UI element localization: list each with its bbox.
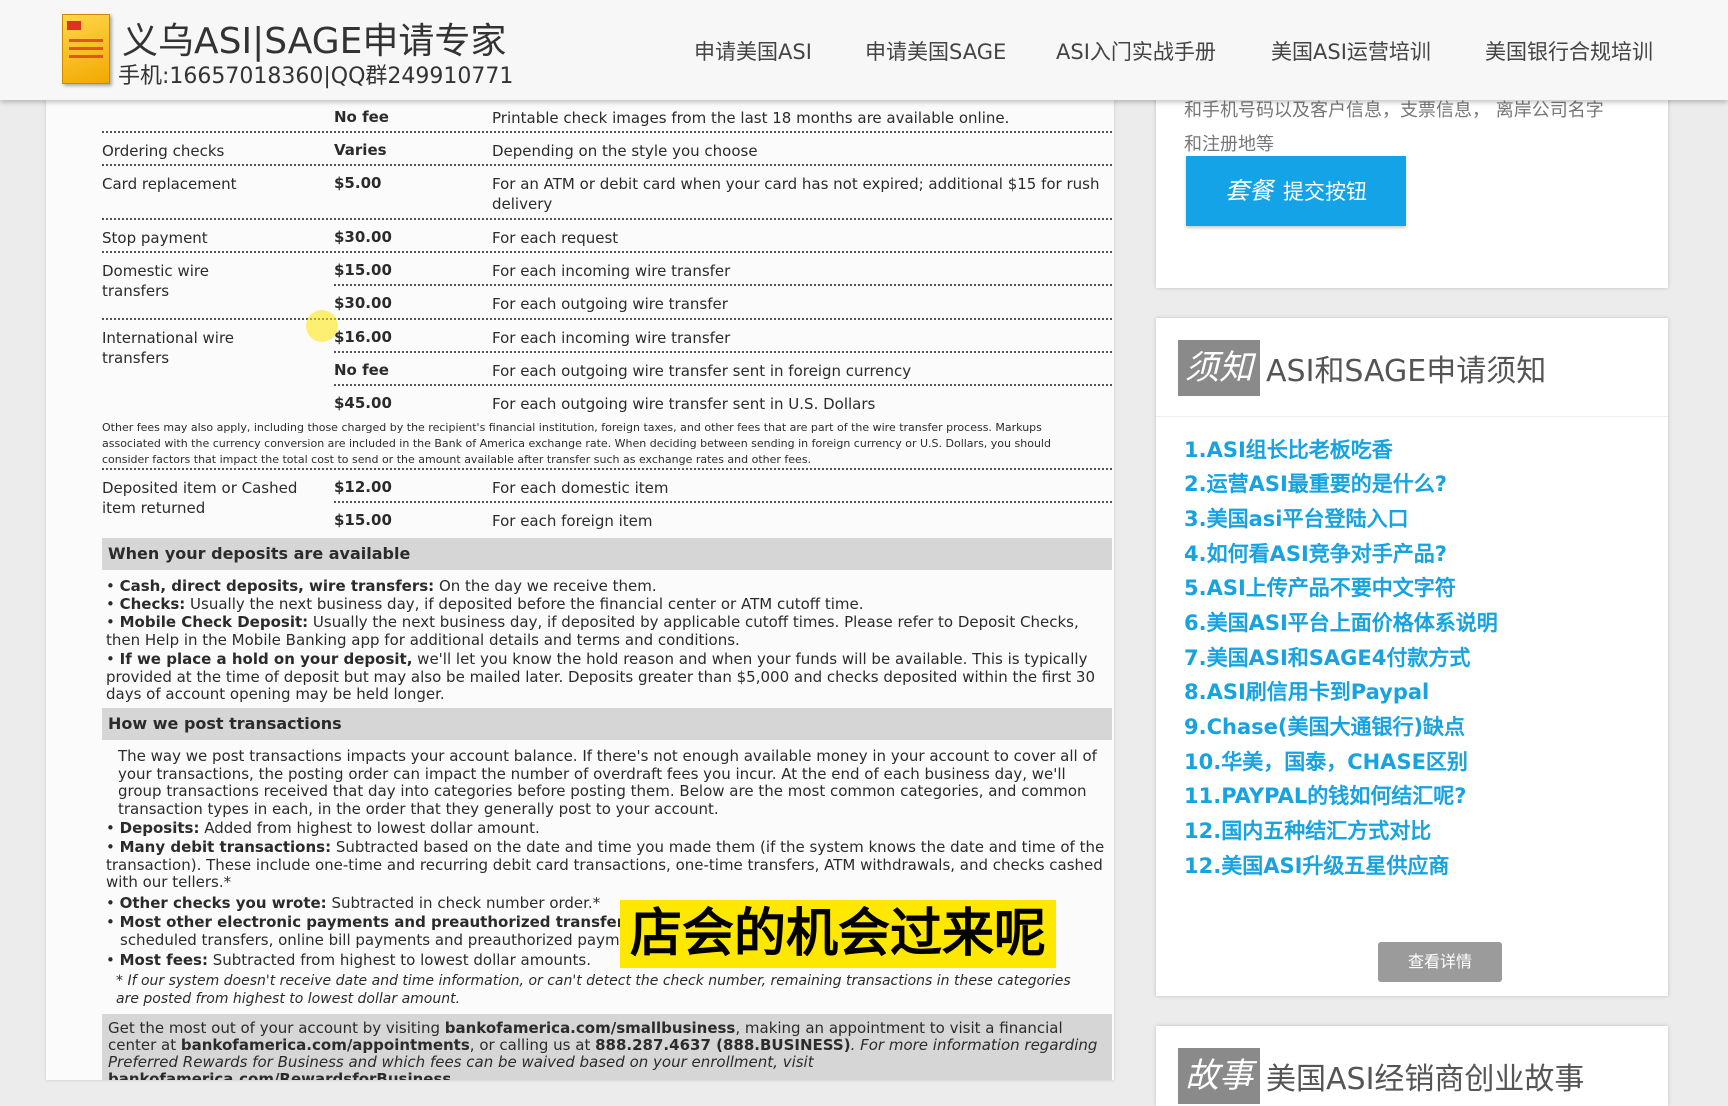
- sidebar-submit-panel: 和手机号码以及客户信息，支票信息， 离岸公司名字 和注册地等 套餐 提交按钮: [1156, 80, 1668, 288]
- posting-list-item: • Deposits: Added from highest to lowest…: [106, 819, 540, 837]
- fee-item: International wire transfers: [102, 329, 235, 367]
- fee-description: For each incoming wire transfer: [492, 329, 731, 347]
- fee-description: For an ATM or debit card when your card …: [492, 175, 1100, 213]
- fee-item: Deposited item or Cashed item returned: [102, 479, 298, 517]
- notice-header: 须知 ASI和SAGE申请须知: [1178, 340, 1546, 396]
- nav-apply-sage[interactable]: 申请美国SAGE: [865, 36, 1006, 66]
- notice-link[interactable]: 7.美国ASI和SAGE4付款方式: [1184, 642, 1470, 672]
- deposit-list-item: • Cash, direct deposits, wire transfers:…: [106, 577, 657, 595]
- submit-badge: 套餐: [1225, 177, 1273, 205]
- fee-description: For each request: [492, 229, 619, 247]
- story-badge: 故事: [1178, 1048, 1260, 1104]
- notice-link[interactable]: 11.PAYPAL的钱如何结汇呢?: [1184, 780, 1466, 810]
- divider: [102, 468, 1112, 470]
- divider: [102, 318, 1112, 320]
- fee-amount: $15.00: [334, 261, 392, 279]
- divider: [102, 218, 1112, 220]
- fee-amount: No fee: [334, 361, 389, 379]
- fee-description: For each outgoing wire transfer sent in …: [492, 362, 912, 380]
- fee-item: Stop payment: [102, 229, 208, 247]
- sidebar-notice-panel: 须知 ASI和SAGE申请须知 1.ASI组长比老板吃香 2.运营ASI最重要的是…: [1156, 318, 1668, 996]
- fee-description: Printable check images from the last 18 …: [492, 109, 1010, 127]
- notice-link[interactable]: 5.ASI上传产品不要中文字符: [1184, 572, 1456, 602]
- divider: [334, 284, 1112, 286]
- fee-description: For each outgoing wire transfer: [492, 295, 728, 313]
- notice-link[interactable]: 12.美国ASI升级五星供应商: [1184, 850, 1449, 880]
- site-header: 义乌ASI|SAGE申请专家 手机:16657018360|QQ群2499107…: [0, 0, 1728, 100]
- fee-amount: $45.00: [334, 394, 392, 412]
- fee-description: Depending on the style you choose: [492, 142, 758, 160]
- fee-description: For each foreign item: [492, 512, 653, 530]
- video-subtitle: 店会的机会过来呢: [620, 900, 1057, 968]
- fee-amount: $30.00: [334, 228, 392, 246]
- fee-amount: Varies: [334, 141, 387, 159]
- fee-item: Ordering checks: [102, 142, 225, 160]
- fee-description: For each incoming wire transfer: [492, 262, 731, 280]
- notice-title: ASI和SAGE申请须知: [1266, 354, 1547, 389]
- posting-list-item: • Many debit transactions: Subtracted ba…: [106, 838, 1105, 891]
- divider: [334, 501, 1112, 503]
- deposit-list-item: • Mobile Check Deposit: Usually the next…: [106, 613, 1079, 649]
- fee-item: Card replacement: [102, 175, 237, 193]
- fee-description: For each outgoing wire transfer sent in …: [492, 395, 876, 413]
- view-details-button[interactable]: 查看详情: [1378, 942, 1502, 982]
- notice-link[interactable]: 2.运营ASI最重要的是什么?: [1184, 468, 1447, 498]
- notice-link[interactable]: 6.美国ASI平台上面价格体系说明: [1184, 607, 1498, 637]
- section-heading-deposits: When your deposits are available: [102, 538, 1112, 570]
- mouse-highlight-icon: [306, 310, 338, 342]
- notice-link[interactable]: 3.美国asi平台登陆入口: [1184, 503, 1408, 533]
- nav-asi-handbook[interactable]: ASI入门实战手册: [1056, 36, 1216, 66]
- nav-asi-training[interactable]: 美国ASI运营培训: [1271, 36, 1431, 66]
- divider: [334, 384, 1112, 386]
- divider: [334, 351, 1112, 353]
- submit-button[interactable]: 套餐 提交按钮: [1186, 156, 1406, 226]
- notice-link[interactable]: 4.如何看ASI竞争对手产品?: [1184, 538, 1447, 568]
- fee-amount: $30.00: [334, 294, 392, 312]
- notice-badge: 须知: [1178, 340, 1260, 396]
- fee-amount: $5.00: [334, 174, 382, 192]
- deposit-list-item: • If we place a hold on your deposit, we…: [106, 650, 1096, 703]
- fee-amount: $12.00: [334, 478, 392, 496]
- notice-link[interactable]: 8.ASI刷信用卡到Paypal: [1184, 676, 1429, 706]
- divider: [102, 131, 1112, 133]
- fee-item: Domestic wire transfers: [102, 262, 209, 300]
- deposit-list-item: • Checks: Usually the next business day,…: [106, 595, 864, 613]
- section-heading-posting: How we post transactions: [102, 708, 1112, 740]
- posting-footnote: * If our system doesn't receive date and…: [116, 973, 1071, 1007]
- main-nav: 申请美国ASI 申请美国SAGE ASI入门实战手册 美国ASI运营培训 美国银…: [0, 36, 1728, 66]
- divider: [102, 164, 1112, 166]
- posting-intro: The way we post transactions impacts you…: [118, 747, 1097, 818]
- divider: [102, 251, 1112, 253]
- story-header: 故事 美国ASI经销商创业故事: [1178, 1048, 1584, 1104]
- notice-link[interactable]: 10.华美，国泰，CHASE区别: [1184, 746, 1468, 776]
- fee-amount: $16.00: [334, 328, 392, 346]
- notice-link[interactable]: 12.国内五种结汇方式对比: [1184, 815, 1431, 845]
- fee-amount: $15.00: [334, 511, 392, 529]
- fee-amount: No fee: [334, 108, 389, 126]
- nav-apply-asi[interactable]: 申请美国ASI: [694, 36, 812, 66]
- notice-link[interactable]: 1.ASI组长比老板吃香: [1184, 434, 1393, 464]
- wire-fee-note: Other fees may also apply, including tho…: [102, 421, 1051, 466]
- nav-bank-compliance[interactable]: 美国银行合规培训: [1485, 36, 1653, 66]
- fee-description: For each domestic item: [492, 479, 669, 497]
- footer-info-box: Get the most out of your account by visi…: [102, 1014, 1112, 1080]
- notice-link[interactable]: 9.Chase(美国大通银行)缺点: [1184, 711, 1465, 741]
- sidebar-story-panel: 故事 美国ASI经销商创业故事: [1156, 1026, 1668, 1106]
